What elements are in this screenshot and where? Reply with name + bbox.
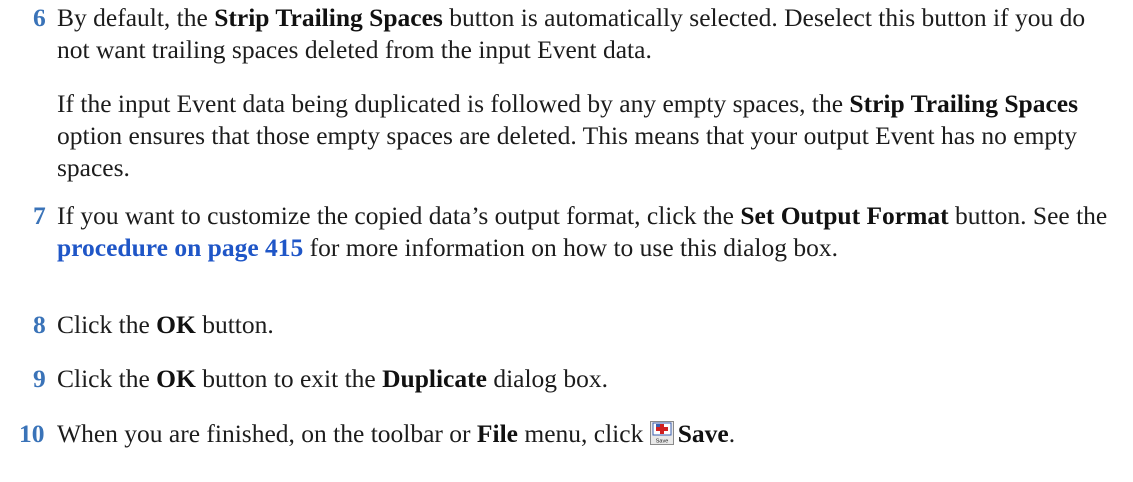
save-icon: Save <box>649 421 674 445</box>
step-text: If you want to customize the copied data… <box>57 201 1108 262</box>
step-number: 6 <box>33 3 46 32</box>
save-icon-graphic: Save <box>649 421 674 445</box>
step-number: 8 <box>33 310 46 339</box>
ok-label: OK <box>156 310 196 339</box>
step-6-explanation: If the input Event data being duplicated… <box>57 89 1078 182</box>
file-menu-label: File <box>476 419 518 448</box>
step-number: 10 <box>19 419 45 448</box>
step-text: Click the OK button. <box>57 310 274 339</box>
step-number: 7 <box>33 201 46 230</box>
procedure-page-link[interactable]: procedure on page 415 <box>57 233 303 262</box>
save-label: Save <box>677 419 729 448</box>
step-8: 8 Click the OK button. <box>33 309 1123 341</box>
step-text: Click the OK button to exit the Duplicat… <box>57 364 609 393</box>
step-number: 9 <box>33 364 46 393</box>
step-9: 9 Click the OK button to exit the Duplic… <box>33 363 1123 395</box>
step-text: When you are finished, on the toolbar or… <box>57 419 736 448</box>
strip-trailing-spaces-label: Strip Trailing Spaces <box>214 3 443 32</box>
svg-text:Save: Save <box>655 439 668 445</box>
set-output-format-label: Set Output Format <box>740 201 949 230</box>
ok-label: OK <box>156 364 196 393</box>
step-10: 10 When you are finished, on the toolbar… <box>19 418 1123 450</box>
step-text: By default, the Strip Trailing Spaces bu… <box>57 3 1086 64</box>
step-7: 7 If you want to customize the copied da… <box>33 200 1123 264</box>
strip-trailing-spaces-option: Strip Trailing Spaces <box>849 89 1078 118</box>
step-6: 6 By default, the Strip Trailing Spaces … <box>33 2 1123 66</box>
duplicate-dialog-label: Duplicate <box>382 364 487 393</box>
